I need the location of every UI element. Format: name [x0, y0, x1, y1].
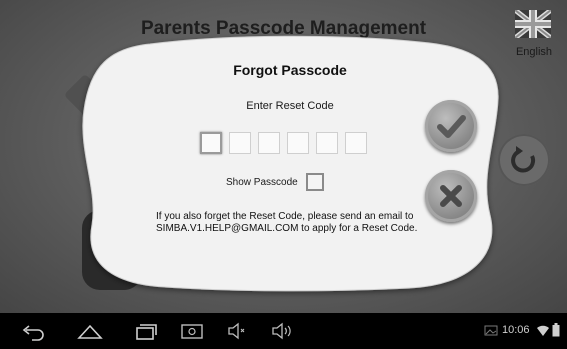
- reset-code-input-group: [200, 132, 367, 156]
- android-navigation-bar: 10:06: [0, 313, 567, 349]
- tablet-screen: Parents Passcode Management English Forg…: [0, 0, 567, 349]
- show-passcode-row: Show Passcode: [226, 173, 324, 191]
- dialog-cloud-shape: [82, 35, 499, 292]
- forgot-passcode-dialog: Forgot Passcode Enter Reset Code Show Pa…: [0, 0, 567, 313]
- status-time: 10:06: [502, 324, 530, 336]
- reset-code-digit-6[interactable]: [345, 132, 367, 154]
- image-notification-icon: [484, 325, 498, 336]
- home-icon[interactable]: [76, 321, 104, 341]
- close-icon: [440, 185, 462, 207]
- back-icon[interactable]: [20, 321, 46, 341]
- dialog-title: Forgot Passcode: [233, 62, 347, 78]
- checkmark-icon: [437, 115, 466, 138]
- volume-down-icon[interactable]: [226, 321, 248, 341]
- battery-icon: [552, 323, 560, 337]
- reset-code-digit-3[interactable]: [258, 132, 280, 154]
- confirm-button[interactable]: [425, 100, 477, 152]
- volume-up-icon[interactable]: [270, 321, 296, 341]
- reset-code-digit-2[interactable]: [229, 132, 251, 154]
- enter-reset-code-label: Enter Reset Code: [246, 100, 334, 112]
- recent-apps-icon[interactable]: [134, 321, 158, 341]
- reset-code-digit-5[interactable]: [316, 132, 338, 154]
- reset-code-digit-1[interactable]: [200, 132, 222, 154]
- screenshot-icon[interactable]: [180, 321, 204, 341]
- show-passcode-label: Show Passcode: [226, 176, 298, 188]
- reset-code-help-text: If you also forget the Reset Code, pleas…: [156, 211, 418, 234]
- cancel-button[interactable]: [425, 170, 477, 222]
- reset-code-digit-4[interactable]: [287, 132, 309, 154]
- wifi-icon: [537, 325, 549, 336]
- show-passcode-checkbox[interactable]: [305, 173, 324, 191]
